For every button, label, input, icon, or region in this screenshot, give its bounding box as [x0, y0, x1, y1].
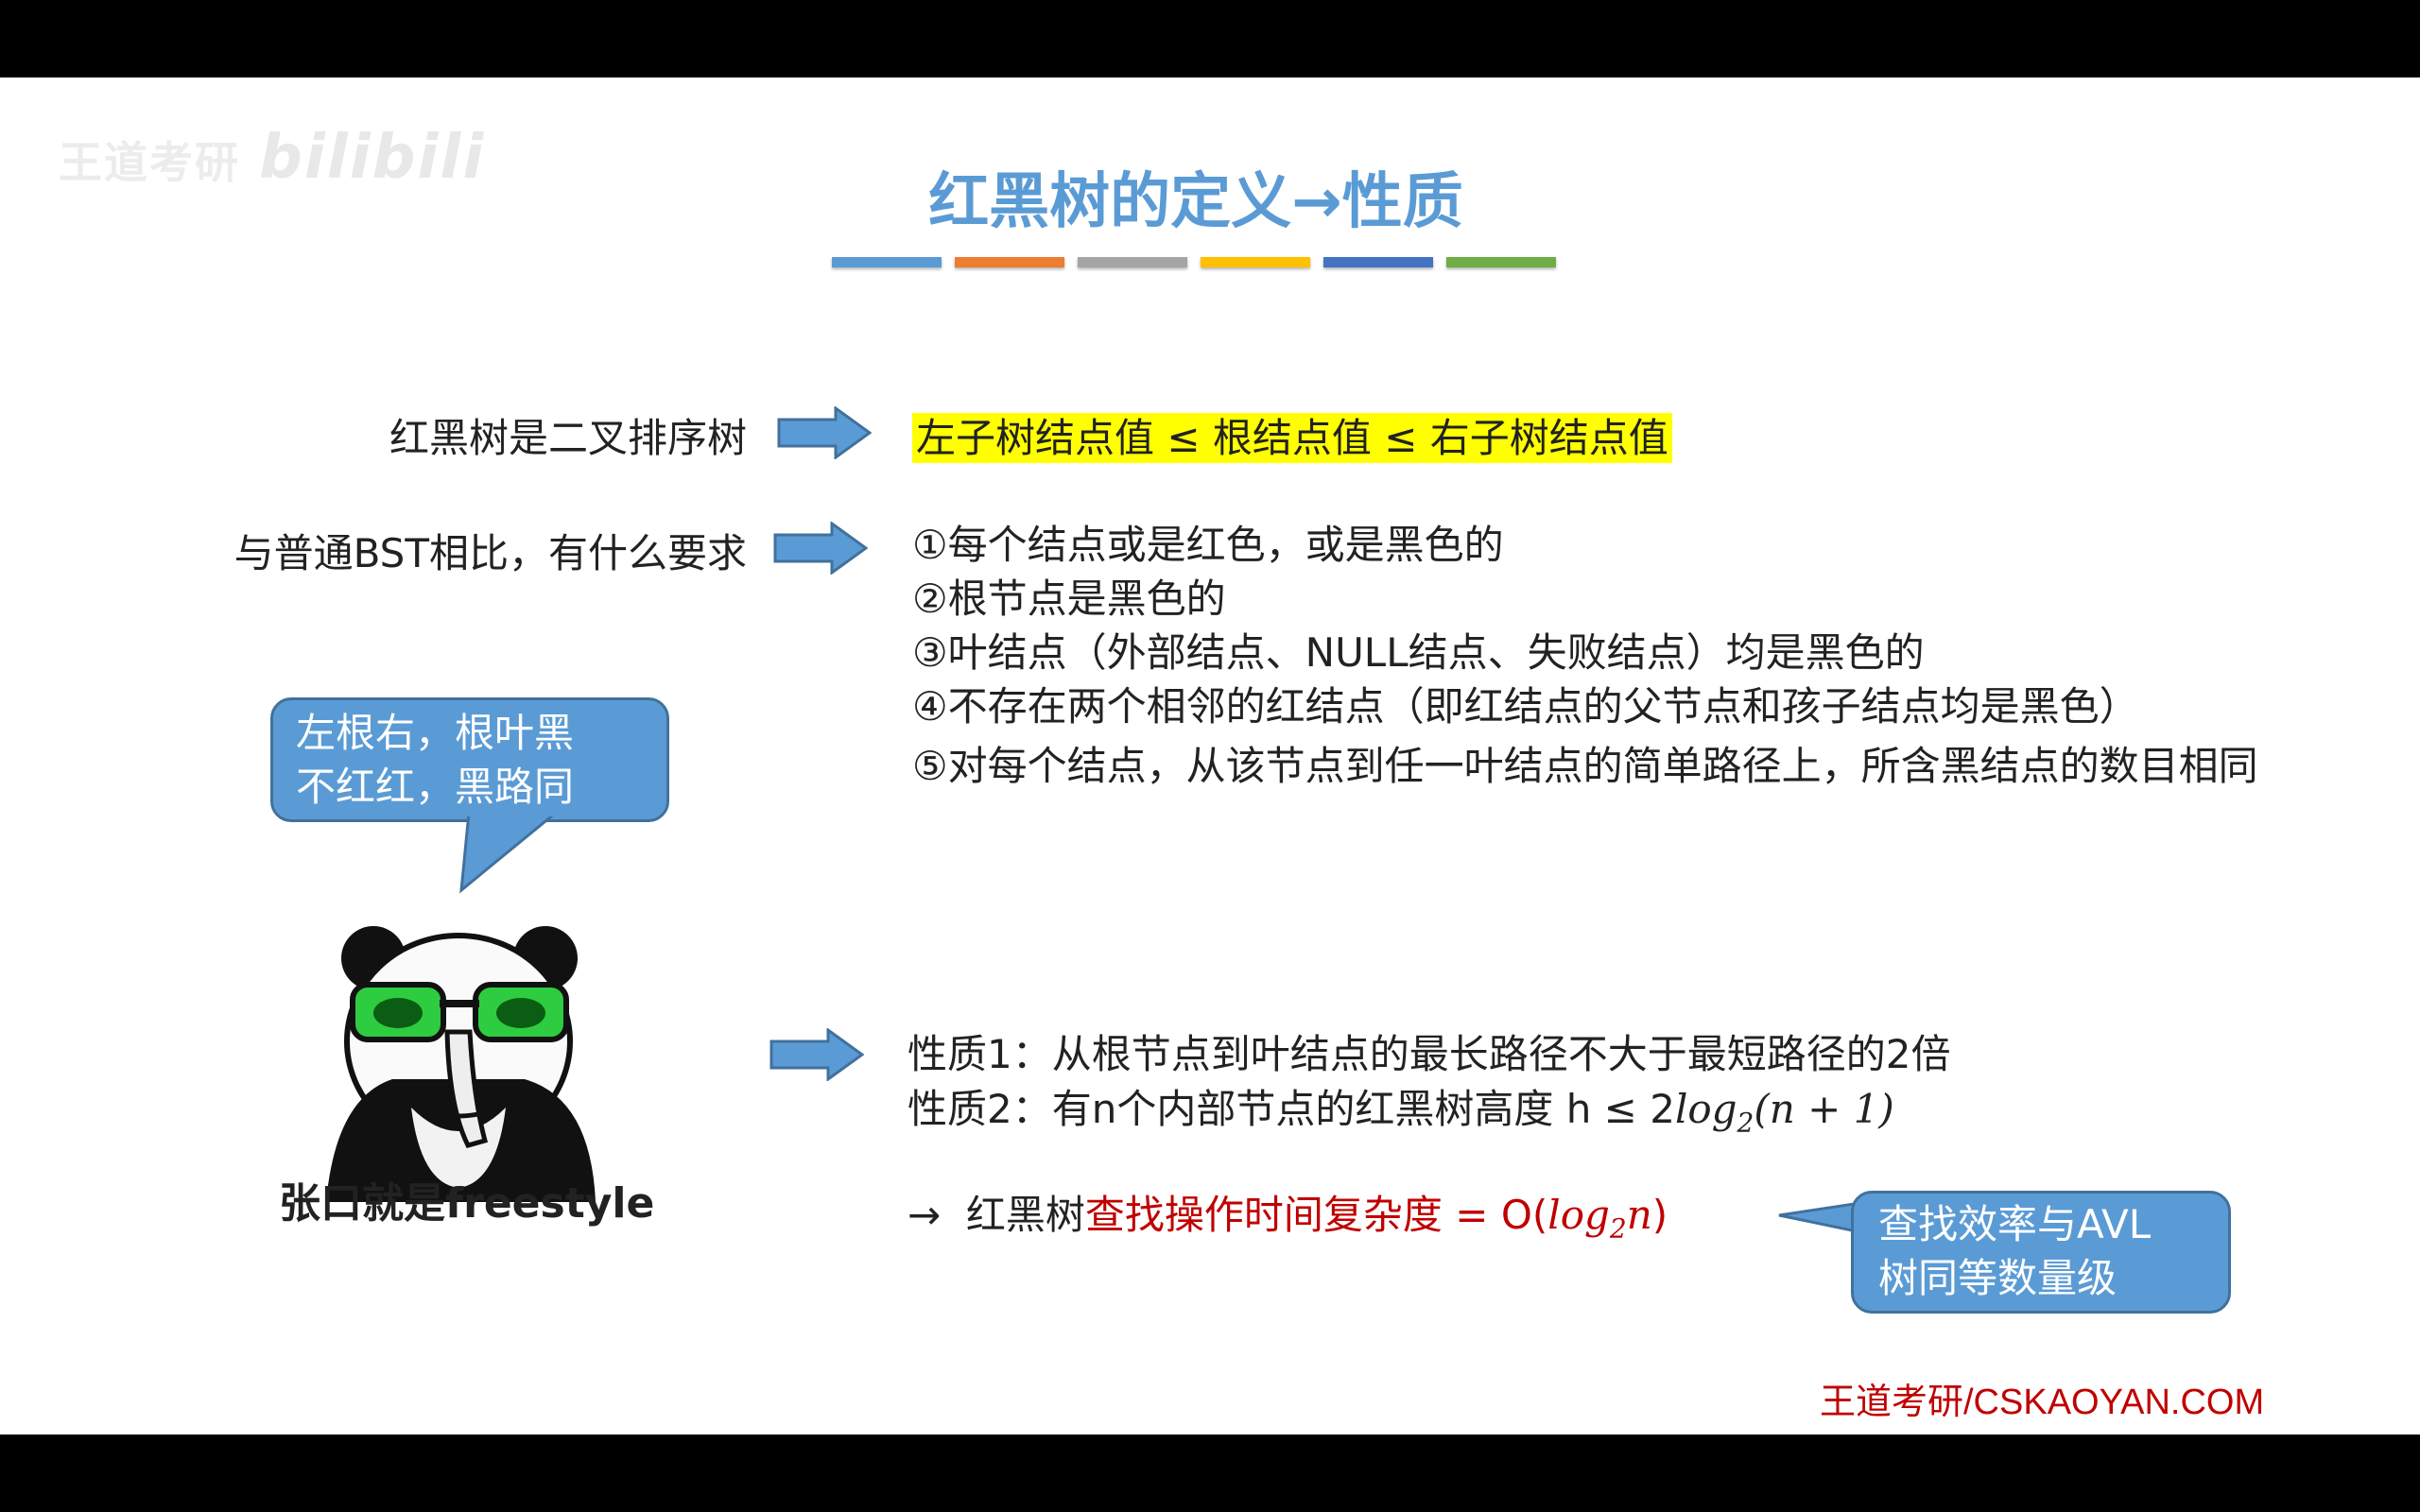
property-2: 性质2：有n个内部节点的红黑树高度 h ≤ 2log2(n + 1)	[908, 1077, 1894, 1138]
bst-label: 红黑树是二叉排序树	[389, 415, 747, 461]
log-base: 2	[1609, 1212, 1627, 1245]
rules-list: ①每个结点或是红色，或是黑色的 ②根节点是黑色的 ③叶结点（外部结点、NULL结…	[912, 518, 2330, 793]
rule-item: ②根节点是黑色的	[912, 576, 1226, 622]
requirements-label: 与普通BST相比，有什么要求	[233, 530, 747, 576]
color-bar-segment	[1078, 257, 1187, 267]
conclusion-subject: 红黑树	[965, 1192, 1085, 1238]
rule-item: ①每个结点或是红色，或是黑色的	[912, 522, 1504, 568]
mnemonic-line: 左根右，根叶黑	[296, 710, 575, 756]
bubble-tail	[459, 813, 560, 894]
mnemonic-bubble: 左根右，根叶黑 不红红，黑路同	[270, 697, 669, 822]
highlighted-definition: 左子树结点值 ≤ 根结点值 ≤ 右子树结点值	[912, 413, 1672, 463]
mnemonic-line: 不红红，黑路同	[296, 764, 575, 810]
right-arrow-icon	[777, 406, 872, 459]
efficiency-line: 查找效率与AVL	[1878, 1201, 2152, 1247]
close-paren: )	[1651, 1192, 1668, 1238]
complexity-conclusion: → 红黑树查找操作时间复杂度 = O(log2n)	[908, 1183, 1668, 1244]
color-bar-segment	[1201, 257, 1310, 267]
rule-item: ⑤对每个结点，从该节点到任一叶结点的简单路径上，所含黑结点的数目相同	[912, 743, 2258, 789]
arrow-icon: →	[908, 1192, 942, 1238]
slide: 王道考研 bilibili 红黑树的定义→性质 红黑树是二叉排序树 左子树结点值 …	[0, 77, 2420, 1435]
color-bar-segment	[955, 257, 1064, 267]
log-argument: (n + 1)	[1754, 1086, 1894, 1132]
efficiency-bubble: 查找效率与AVL 树同等数量级	[1851, 1191, 2231, 1314]
panda-caption: 张口就是freestyle	[279, 1179, 655, 1228]
complexity-text: 查找操作时间复杂度 = O(	[1084, 1192, 1548, 1238]
color-bar-segment	[832, 257, 942, 267]
efficiency-line: 树同等数量级	[1878, 1255, 2118, 1301]
property-2-text: 性质2：有n个内部节点的红黑树高度 h ≤ 2	[908, 1086, 1675, 1132]
title-color-bar	[832, 257, 1556, 267]
property-1: 性质1：从根节点到叶结点的最长路径不大于最短路径的2倍	[908, 1031, 1951, 1077]
right-arrow-icon	[769, 1028, 864, 1081]
log-argument: n	[1626, 1192, 1652, 1238]
brand-footer: 王道考研/CSKAOYAN.COM	[1820, 1383, 2265, 1422]
panda-meme-image	[326, 926, 596, 1202]
color-bar-segment	[1446, 257, 1556, 267]
log-base: 2	[1737, 1107, 1754, 1139]
right-arrow-icon	[773, 522, 868, 575]
bst-definition: 左子树结点值 ≤ 根结点值 ≤ 右子树结点值	[912, 406, 1672, 464]
log-text: log	[1547, 1192, 1610, 1238]
rule-item: ③叶结点（外部结点、NULL结点、失败结点）均是黑色的	[912, 629, 1925, 676]
slide-title: 红黑树的定义→性质	[928, 167, 1463, 237]
color-bar-segment	[1323, 257, 1433, 267]
log-text: log	[1674, 1086, 1737, 1132]
rule-item: ④不存在两个相邻的红结点（即红结点的父节点和孩子结点均是黑色）	[912, 683, 2139, 730]
